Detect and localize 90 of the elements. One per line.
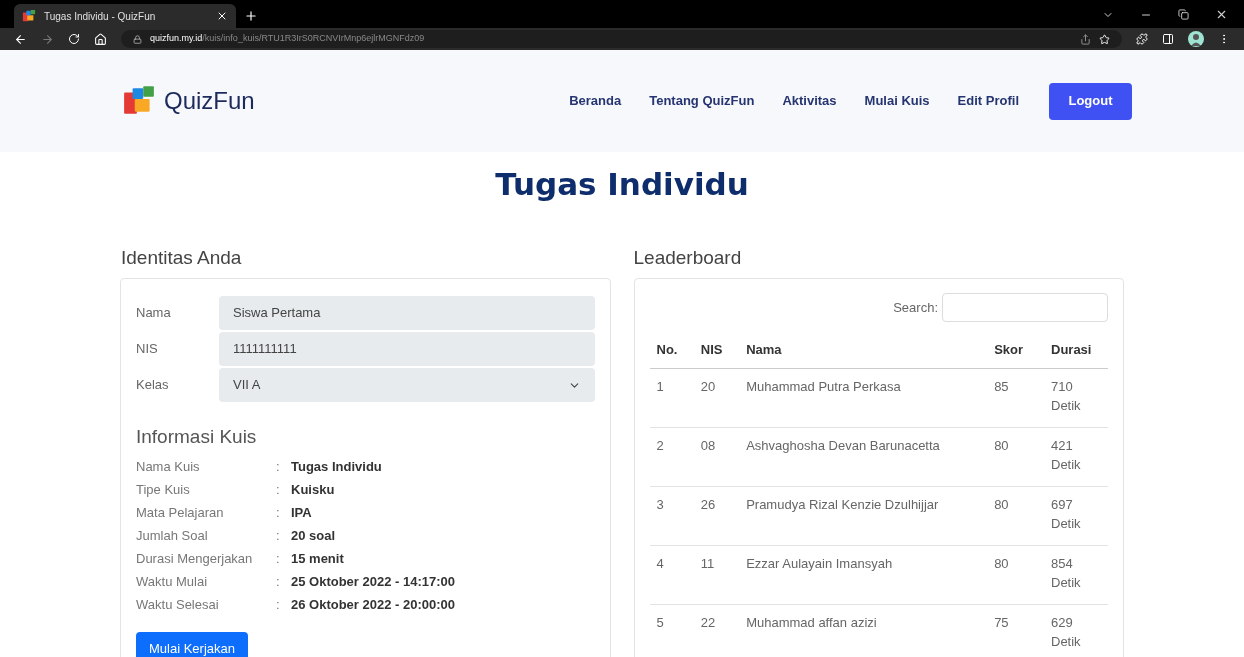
table-cell: Muhammad Putra Perkasa [739,368,988,427]
brand-name[interactable]: QuizFun [164,83,255,119]
info-value: 15 menit [291,549,344,568]
table-cell: Ashvaghosha Devan Barunacetta [739,427,988,486]
table-cell: 629 Detik [1044,604,1108,657]
back-icon[interactable] [14,32,27,46]
extensions-icon[interactable] [1136,33,1148,45]
table-cell: 710 Detik [1044,368,1108,427]
info-separator: : [276,503,281,522]
info-value: 26 Oktober 2022 - 20:00:00 [291,595,456,614]
share-icon[interactable] [1080,33,1091,45]
info-value: 25 Oktober 2022 - 14:17:00 [291,572,456,591]
column-header: NIS [693,332,740,368]
info-label: Waktu Mulai [136,572,209,591]
column-header: Skor [987,332,1044,368]
table-cell: 854 Detik [1044,545,1108,604]
table-cell: 5 [649,604,694,657]
table-cell: 421 Detik [1044,427,1108,486]
new-tab-icon[interactable] [244,9,258,23]
url-text: quizfun.my.id/kuis/info_kuis/RTU1R3IrS0RCNVIrMnp6ejlrMGNFdz09 [150,32,425,46]
address-bar[interactable]: quizfun.my.id/kuis/info_kuis/RTU1R3IrS0RCNVIrMnp6ejlrMGNFdz09 [121,30,1122,48]
table-cell: 80 [987,427,1044,486]
search-label: Search: [893,298,938,317]
nav-link[interactable]: Beranda [569,91,622,111]
table-cell: 697 Detik [1044,486,1108,545]
class-select[interactable]: VII A [219,368,595,402]
info-separator: : [276,595,281,614]
input-field[interactable]: Siswa Pertama [219,296,595,330]
nav-link[interactable]: Tentang QuizFun [649,91,755,111]
field-label: Nama [136,304,172,323]
lock-icon [133,34,142,44]
section-heading: Identitas Anda [121,246,243,270]
info-label: Nama Kuis [136,457,201,476]
forward-icon[interactable] [41,32,54,46]
column-header: Durasi [1044,332,1108,368]
browser-tab[interactable]: Tugas Individu - QuizFun [14,4,236,28]
table-cell: 75 [987,604,1044,657]
info-separator: : [276,480,281,499]
avatar-icon[interactable] [1188,31,1204,47]
table-cell: Muhammad affan azizi [739,604,988,657]
table-cell: 4 [649,545,694,604]
column-header: No. [649,332,694,368]
info-label: Mata Pelajaran [136,503,225,522]
info-label: Tipe Kuis [136,480,191,499]
info-separator: : [276,526,281,545]
table-cell: 3 [649,486,694,545]
info-label: Durasi Mengerjakan [136,549,254,568]
logout-button[interactable]: Logout [1049,82,1132,120]
info-value: 20 soal [291,526,336,545]
close-window-icon[interactable] [1215,8,1228,21]
section-heading: Informasi Kuis [136,425,258,449]
info-separator: : [276,549,281,568]
nav-link[interactable]: Aktivitas [782,91,837,111]
table-cell: 1 [649,368,694,427]
table-cell: 80 [987,486,1044,545]
table-cell: Ezzar Aulayain Imansyah [739,545,988,604]
info-separator: : [276,457,281,476]
table-cell: 80 [987,545,1044,604]
table-cell: 11 [693,545,740,604]
input-field[interactable]: 1111111111 [219,332,595,366]
info-label: Waktu Selesai [136,595,220,614]
tab-title: Tugas Individu - QuizFun [44,9,157,24]
section-heading: Leaderboard [633,246,743,270]
reload-icon[interactable] [68,33,80,45]
table-cell: Pramudya Rizal Kenzie Dzulhijjar [739,486,988,545]
table-cell: 22 [693,604,740,657]
field-label: NIS [136,340,159,359]
bookmark-icon[interactable] [1099,33,1110,45]
page-title: Tugas Individu [494,165,750,204]
info-separator: : [276,572,281,591]
search-field[interactable] [942,293,1108,322]
info-value: Tugas Individu [291,457,382,476]
nav-link[interactable]: Mulai Kuis [864,91,930,111]
table-cell: 26 [693,486,740,545]
info-label: Jumlah Soal [136,526,209,545]
home-icon[interactable] [94,32,107,46]
table-cell: 2 [649,427,694,486]
info-value: IPA [291,503,312,522]
info-value: Kuisku [291,480,335,499]
start-button[interactable]: Mulai Kerjakan [136,632,248,657]
nav-link[interactable]: Edit Profil [957,91,1019,111]
close-icon[interactable] [216,10,228,22]
table-cell: 85 [987,368,1044,427]
table-cell: 08 [693,427,740,486]
field-label: Kelas [136,376,170,395]
side-panel-icon[interactable] [1162,33,1174,45]
restore-icon[interactable] [1178,9,1189,20]
table-cell: 20 [693,368,740,427]
column-header: Nama [739,332,988,368]
favicon-icon [22,9,36,23]
